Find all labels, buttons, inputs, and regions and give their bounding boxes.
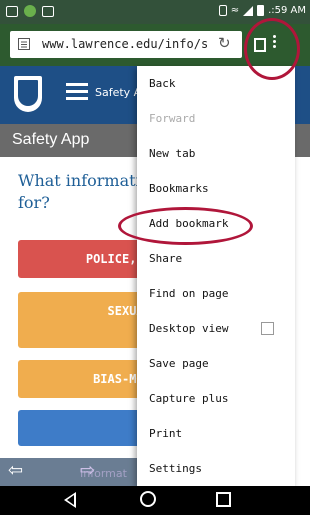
signal-icon bbox=[243, 5, 254, 16]
url-text: www.lawrence.edu/info/s bbox=[42, 37, 209, 51]
system-home-icon[interactable] bbox=[140, 491, 156, 507]
menu-item-share[interactable]: Share bbox=[137, 241, 295, 276]
page-navigation-bar: ⇦ ⇨ Informat bbox=[0, 458, 140, 486]
url-bar[interactable]: www.lawrence.edu/info/s ↻ bbox=[10, 31, 242, 58]
menu-item-capture-plus[interactable]: Capture plus bbox=[137, 381, 295, 416]
vibrate-icon bbox=[218, 5, 227, 16]
system-recents-icon[interactable] bbox=[216, 492, 231, 507]
menu-item-settings[interactable]: Settings bbox=[137, 451, 295, 486]
question-heading: What informati for? bbox=[18, 171, 141, 212]
overflow-menu: Back Forward New tab Bookmarks Add bookm… bbox=[137, 66, 295, 486]
system-back-icon[interactable] bbox=[64, 492, 76, 508]
hamburger-menu-icon[interactable] bbox=[66, 83, 88, 101]
university-crest-logo[interactable] bbox=[14, 76, 42, 112]
menu-item-save-page[interactable]: Save page bbox=[137, 346, 295, 381]
image-notification-icon bbox=[42, 5, 54, 17]
menu-item-forward[interactable]: Forward bbox=[137, 101, 295, 136]
system-navigation-bar bbox=[0, 486, 310, 515]
reload-icon[interactable]: ↻ bbox=[218, 34, 231, 52]
menu-item-bookmarks[interactable]: Bookmarks bbox=[137, 171, 295, 206]
annotation-circle-add-bookmark bbox=[118, 207, 253, 245]
annotation-circle-menu-button bbox=[244, 18, 300, 80]
notification-icon bbox=[6, 5, 18, 17]
info-link-text[interactable]: Informat bbox=[80, 467, 127, 480]
site-header-title: Safety A bbox=[95, 86, 142, 99]
desktop-view-checkbox[interactable] bbox=[261, 322, 274, 335]
menu-item-new-tab[interactable]: New tab bbox=[137, 136, 295, 171]
menu-item-find-on-page[interactable]: Find on page bbox=[137, 276, 295, 311]
wifi-icon: ≈ bbox=[230, 5, 240, 16]
page-title: Safety App bbox=[12, 131, 90, 148]
battery-icon bbox=[257, 5, 265, 16]
app-notification-icon bbox=[24, 5, 36, 17]
clock: .:59 AM bbox=[268, 5, 306, 16]
menu-item-desktop-view[interactable]: Desktop view bbox=[137, 311, 295, 346]
menu-item-print[interactable]: Print bbox=[137, 416, 295, 451]
menu-item-desktop-view-label: Desktop view bbox=[149, 322, 229, 335]
back-arrow-icon[interactable]: ⇦ bbox=[8, 460, 23, 481]
page-icon bbox=[18, 38, 30, 50]
